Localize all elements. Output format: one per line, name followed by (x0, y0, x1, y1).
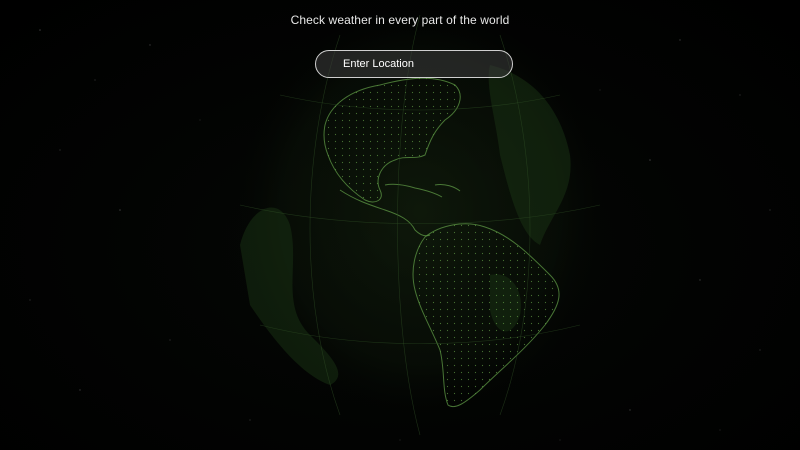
app-stage: Check weather in every part of the world (0, 0, 800, 450)
location-search-input[interactable] (315, 50, 513, 78)
page-headline: Check weather in every part of the world (290, 13, 510, 27)
